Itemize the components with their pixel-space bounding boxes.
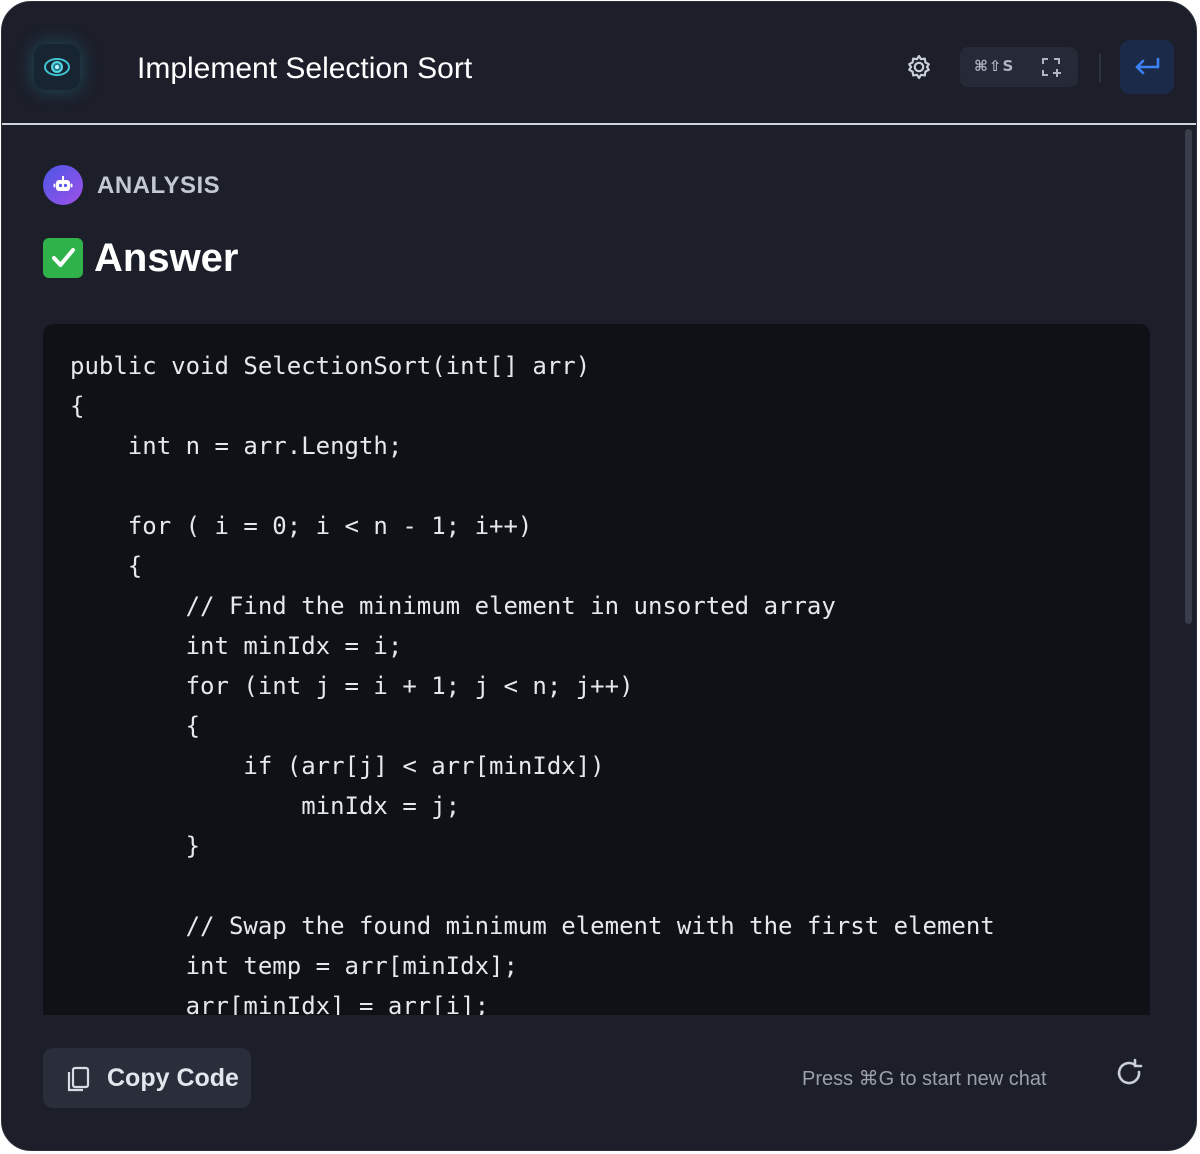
return-button[interactable] — [1120, 40, 1174, 94]
refresh-icon[interactable] — [1114, 1058, 1146, 1090]
page-title: Implement Selection Sort — [137, 52, 473, 85]
copy-code-button[interactable]: Copy Code — [43, 1048, 251, 1108]
copy-icon — [67, 1066, 90, 1092]
eye-logo-icon — [34, 44, 80, 90]
header-bar: Implement Selection Sort ⌘⇧S — [2, 2, 1196, 125]
screenshot-shortcut: ⌘⇧S — [974, 57, 1015, 75]
new-chat-hint: Press ⌘G to start new chat — [802, 1068, 1047, 1090]
shortcut-group[interactable]: ⌘⇧S — [960, 47, 1078, 87]
gear-icon[interactable] — [902, 50, 936, 84]
code-block[interactable]: public void SelectionSort(int[] arr) { i… — [43, 324, 1150, 1015]
scrollbar[interactable] — [1185, 129, 1192, 624]
toolbar-divider — [1099, 54, 1101, 82]
return-arrow-icon — [1135, 57, 1160, 75]
code-text: public void SelectionSort(int[] arr) { i… — [70, 352, 995, 1015]
chat-window: Implement Selection Sort ⌘⇧S ANALYSIS An… — [1, 1, 1197, 1151]
copy-code-label: Copy Code — [107, 1064, 239, 1092]
section-label: ANALYSIS — [97, 172, 221, 199]
expand-icon[interactable] — [1040, 56, 1062, 78]
check-mark-icon — [43, 238, 83, 278]
answer-heading: Answer — [94, 236, 239, 280]
robot-icon — [43, 165, 83, 205]
